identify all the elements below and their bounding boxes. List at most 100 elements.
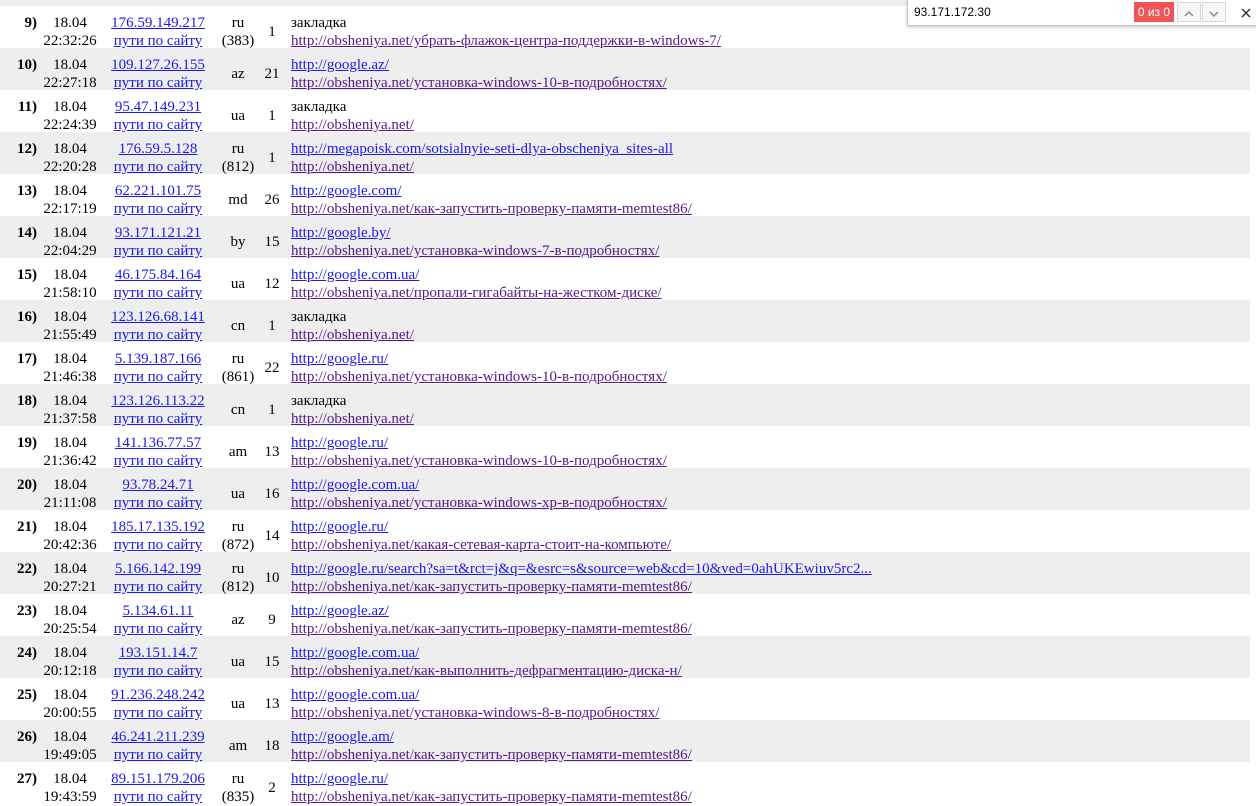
log-row: 16) 18.04 21:55:49 123.126.68.141 пути по са… [0, 300, 1250, 343]
ip-address-link[interactable]: 89.151.179.206 [104, 771, 212, 788]
row-number: 26) [17, 729, 37, 745]
ip-address-link[interactable]: 46.175.84.164 [104, 267, 212, 284]
find-input[interactable] [912, 3, 1138, 21]
row-number: 22) [17, 561, 37, 577]
ip-address-link[interactable]: 123.126.68.141 [104, 309, 212, 326]
visit-date: 18.04 [53, 141, 87, 157]
referrer[interactable]: http://google.com.ua/ [291, 477, 419, 494]
page-count: 22 [264, 360, 280, 376]
referrer[interactable]: http://google.ru/ [291, 351, 388, 368]
page-count: 26 [264, 192, 280, 208]
site-paths-link[interactable]: пути по сайту [104, 789, 212, 806]
visit-date: 18.04 [53, 183, 87, 199]
referrer[interactable]: http://google.ru/ [291, 435, 388, 452]
page-count: 9 [268, 612, 276, 628]
page-count: 1 [268, 108, 276, 124]
row-number: 15) [17, 267, 37, 283]
ip-address-link[interactable]: 5.134.61.11 [104, 603, 212, 620]
country-code: ru [231, 351, 245, 367]
ip-address-link[interactable]: 123.126.113.22 [104, 393, 212, 410]
visit-time: 19:43:59 [43, 789, 97, 805]
country-code: ua [230, 696, 246, 712]
row-number: 11) [17, 99, 37, 115]
close-icon [1241, 8, 1251, 18]
page-count: 15 [264, 234, 280, 250]
row-number: 9) [24, 15, 38, 31]
visit-date: 18.04 [53, 687, 87, 703]
referrer[interactable]: http://megapoisk.com/sotsialnyie-seti-dl… [291, 141, 673, 158]
country-code: md [228, 192, 248, 208]
log-row: 25) 18.04 20:00:55 91.236.248.242 пути по са… [0, 678, 1250, 721]
country-code: ru [231, 15, 245, 31]
row-number: 24) [17, 645, 37, 661]
country-code: ua [230, 108, 246, 124]
page-count: 2 [268, 780, 276, 796]
visit-date: 18.04 [53, 57, 87, 73]
country-code: am [228, 444, 248, 460]
referrer: закладка [291, 393, 347, 409]
row-number: 17) [17, 351, 37, 367]
referrer[interactable]: http://google.com.ua/ [291, 687, 419, 704]
log-row: 21) 18.04 20:42:36 185.17.135.192 пути по са… [0, 510, 1250, 553]
referrer[interactable]: http://google.am/ [291, 729, 394, 746]
country-code: cn [230, 402, 246, 418]
country-code: ru [231, 771, 245, 787]
ip-address-link[interactable]: 62.221.101.75 [104, 183, 212, 200]
ip-address-link[interactable]: 46.241.211.239 [104, 729, 212, 746]
log-row: 14) 18.04 22:04:29 93.171.121.21 пути по сай… [0, 216, 1250, 259]
visit-date: 18.04 [53, 15, 87, 31]
page-count: 1 [268, 318, 276, 334]
country-code: ru [231, 141, 245, 157]
find-previous-button[interactable] [1177, 2, 1201, 22]
ip-address-link[interactable]: 193.151.14.7 [104, 645, 212, 662]
ip-address-link[interactable]: 5.139.187.166 [104, 351, 212, 368]
landing-page-link[interactable]: http://obsheniya.net/как-запустить-прове… [291, 789, 692, 806]
log-row: 13) 18.04 22:17:19 62.221.101.75 пути по сай… [0, 174, 1250, 217]
ip-address-link[interactable]: 141.136.77.57 [104, 435, 212, 452]
referrer[interactable]: http://google.ru/ [291, 519, 388, 536]
page-count: 13 [264, 696, 280, 712]
referrer[interactable]: http://google.ru/search?sa=t&rct=j&q=&es… [291, 561, 872, 578]
referrer[interactable]: http://google.az/ [291, 57, 389, 74]
ip-address-link[interactable]: 93.78.24.71 [104, 477, 212, 494]
page-count: 12 [264, 276, 280, 292]
visitor-log-table: 8)9)18.0422:32:26176.59.149.217пути по с… [0, 0, 1256, 806]
page-count: 1 [268, 150, 276, 166]
log-row: 20) 18.04 21:11:08 93.78.24.71 пути по сайту… [0, 468, 1250, 511]
country-code: am [228, 738, 248, 754]
referrer[interactable]: http://google.com/ [291, 183, 401, 200]
ip-address-link[interactable]: 5.166.142.199 [104, 561, 212, 578]
visit-date: 18.04 [53, 519, 87, 535]
referrer[interactable]: http://google.by/ [291, 225, 391, 242]
country-visit-count: (835) [221, 789, 255, 805]
log-row: 24) 18.04 20:12:18 193.151.14.7 пути по сайт… [0, 636, 1250, 679]
referrer[interactable]: http://google.az/ [291, 603, 389, 620]
row-number: 12) [17, 141, 37, 157]
country-code: by [230, 234, 246, 250]
ip-address-link[interactable]: 91.236.248.242 [104, 687, 212, 704]
ip-address-link[interactable]: 176.59.149.217 [104, 15, 212, 32]
find-next-button[interactable] [1202, 2, 1226, 22]
find-close-button[interactable] [1234, 2, 1256, 22]
chevron-down-icon [1209, 11, 1219, 17]
log-row: 19) 18.04 21:36:42 141.136.77.57 пути по сай… [0, 426, 1250, 469]
log-row: 22) 18.04 20:27:21 5.166.142.199 пути по сай… [0, 552, 1250, 595]
ip-address-link[interactable]: 185.17.135.192 [104, 519, 212, 536]
visit-date: 18.04 [53, 225, 87, 241]
referrer[interactable]: http://google.ru/ [291, 771, 388, 788]
row-number: 16) [17, 309, 37, 325]
row-number: 21) [17, 519, 37, 535]
page-count: 14 [264, 528, 280, 544]
visit-date: 18.04 [53, 603, 87, 619]
ip-address-link[interactable]: 95.47.149.231 [104, 99, 212, 116]
ip-address-link[interactable]: 93.171.121.21 [104, 225, 212, 242]
referrer[interactable]: http://google.com.ua/ [291, 645, 419, 662]
log-row: 12) 18.04 22:20:28 176.59.5.128 пути по сайт… [0, 132, 1250, 175]
row-number: 20) [17, 477, 37, 493]
referrer[interactable]: http://google.com.ua/ [291, 267, 419, 284]
row-number: 23) [17, 603, 37, 619]
page-count: 16 [264, 486, 280, 502]
ip-address-link[interactable]: 176.59.5.128 [104, 141, 212, 158]
page-count: 15 [264, 654, 280, 670]
ip-address-link[interactable]: 109.127.26.155 [104, 57, 212, 74]
